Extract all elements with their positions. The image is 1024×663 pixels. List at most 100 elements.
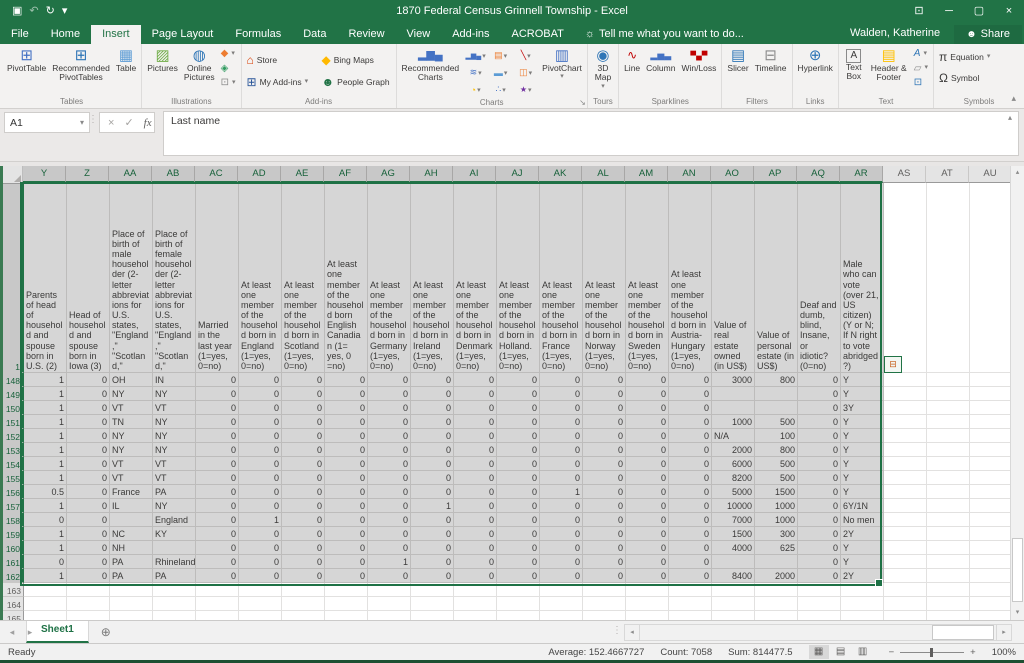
cell-as163[interactable] bbox=[884, 583, 927, 597]
cell-at151[interactable] bbox=[927, 415, 970, 429]
cell-am158[interactable]: 0 bbox=[626, 513, 669, 527]
column-header-an[interactable]: AN bbox=[668, 166, 711, 183]
row-header-161[interactable]: 161 bbox=[3, 555, 24, 569]
cell-af150[interactable]: 0 bbox=[325, 401, 368, 415]
cell-au161[interactable] bbox=[970, 555, 1013, 569]
vertical-scrollbar[interactable]: ▴ ▾ bbox=[1010, 166, 1024, 620]
equation-button[interactable]: π Equation ▾ bbox=[936, 49, 993, 66]
cell-aj165[interactable] bbox=[497, 611, 540, 620]
cell-ab157[interactable]: NY bbox=[153, 499, 196, 513]
recommended-charts-button[interactable]: ▂▆▄ Recommended Charts bbox=[399, 45, 463, 83]
cell-z1[interactable]: Head of household and spouse born in Iow… bbox=[67, 183, 110, 373]
cell-ad150[interactable]: 0 bbox=[239, 401, 282, 415]
cell-aq161[interactable]: 0 bbox=[798, 555, 841, 569]
cell-am149[interactable]: 0 bbox=[626, 387, 669, 401]
screenshot-button[interactable]: ⊡ ▾ bbox=[218, 76, 239, 91]
cell-z153[interactable]: 0 bbox=[67, 443, 110, 457]
cell-af159[interactable]: 0 bbox=[325, 527, 368, 541]
cell-au149[interactable] bbox=[970, 387, 1013, 401]
cell-ai162[interactable]: 0 bbox=[454, 569, 497, 583]
tab-review[interactable]: Review bbox=[337, 25, 395, 44]
cell-y163[interactable] bbox=[24, 583, 67, 597]
cell-ag161[interactable]: 1 bbox=[368, 555, 411, 569]
cell-an156[interactable]: 0 bbox=[669, 485, 712, 499]
cell-au155[interactable] bbox=[970, 471, 1013, 485]
cell-at163[interactable] bbox=[927, 583, 970, 597]
cell-ar153[interactable]: Y bbox=[841, 443, 884, 457]
column-header-au[interactable]: AU bbox=[969, 166, 1012, 183]
cell-ak162[interactable]: 0 bbox=[540, 569, 583, 583]
cell-ae165[interactable] bbox=[282, 611, 325, 620]
cell-au158[interactable] bbox=[970, 513, 1013, 527]
cell-as164[interactable] bbox=[884, 597, 927, 611]
cell-ab165[interactable] bbox=[153, 611, 196, 620]
cell-aa155[interactable]: VT bbox=[110, 471, 153, 485]
cell-ae1[interactable]: At least one member of the household bor… bbox=[282, 183, 325, 373]
cell-ac158[interactable]: 0 bbox=[196, 513, 239, 527]
insert-scatter-chart-button[interactable]: ∴ ▾ bbox=[488, 81, 513, 98]
cell-ae154[interactable]: 0 bbox=[282, 457, 325, 471]
add-sheet-icon[interactable]: ⊕ bbox=[101, 625, 111, 639]
column-header-aq[interactable]: AQ bbox=[797, 166, 840, 183]
cell-ad156[interactable]: 0 bbox=[239, 485, 282, 499]
cell-ao161[interactable] bbox=[712, 555, 755, 569]
cell-aj148[interactable]: 0 bbox=[497, 373, 540, 387]
cell-ad160[interactable]: 0 bbox=[239, 541, 282, 555]
cell-at148[interactable] bbox=[927, 373, 970, 387]
cell-ai165[interactable] bbox=[454, 611, 497, 620]
cell-am165[interactable] bbox=[626, 611, 669, 620]
cell-al157[interactable]: 0 bbox=[583, 499, 626, 513]
cell-aj155[interactable]: 0 bbox=[497, 471, 540, 485]
cell-ab149[interactable]: NY bbox=[153, 387, 196, 401]
cell-y150[interactable]: 1 bbox=[24, 401, 67, 415]
insert-bar-chart-button[interactable]: ▬ ▾ bbox=[488, 64, 513, 81]
cell-ac163[interactable] bbox=[196, 583, 239, 597]
cell-aj151[interactable]: 0 bbox=[497, 415, 540, 429]
cell-aq152[interactable]: 0 bbox=[798, 429, 841, 443]
cell-z155[interactable]: 0 bbox=[67, 471, 110, 485]
cell-af160[interactable]: 0 bbox=[325, 541, 368, 555]
cell-aa158[interactable] bbox=[110, 513, 153, 527]
cell-aq158[interactable]: 0 bbox=[798, 513, 841, 527]
cell-ad163[interactable] bbox=[239, 583, 282, 597]
cell-ai151[interactable]: 0 bbox=[454, 415, 497, 429]
cancel-icon[interactable]: × bbox=[108, 117, 114, 129]
cell-aj158[interactable]: 0 bbox=[497, 513, 540, 527]
row-header-152[interactable]: 152 bbox=[3, 429, 24, 443]
cell-ap160[interactable]: 625 bbox=[755, 541, 798, 555]
cell-ar151[interactable]: Y bbox=[841, 415, 884, 429]
cell-z163[interactable] bbox=[67, 583, 110, 597]
cell-ap153[interactable]: 800 bbox=[755, 443, 798, 457]
cell-ae160[interactable]: 0 bbox=[282, 541, 325, 555]
cell-ah160[interactable]: 0 bbox=[411, 541, 454, 555]
cell-ak160[interactable]: 0 bbox=[540, 541, 583, 555]
cell-aq149[interactable]: 0 bbox=[798, 387, 841, 401]
cell-y161[interactable]: 0 bbox=[24, 555, 67, 569]
tab-view[interactable]: View bbox=[396, 25, 442, 44]
cell-at149[interactable] bbox=[927, 387, 970, 401]
cell-ag159[interactable]: 0 bbox=[368, 527, 411, 541]
cell-ai148[interactable]: 0 bbox=[454, 373, 497, 387]
cell-ai155[interactable]: 0 bbox=[454, 471, 497, 485]
vertical-scrollbar-thumb[interactable] bbox=[1012, 538, 1023, 602]
cell-z159[interactable]: 0 bbox=[67, 527, 110, 541]
online-pictures-button[interactable]: ◍ Online Pictures bbox=[181, 45, 218, 83]
cell-ac155[interactable]: 0 bbox=[196, 471, 239, 485]
cell-ap164[interactable] bbox=[755, 597, 798, 611]
maximize-icon[interactable]: ▢ bbox=[964, 0, 994, 22]
row-header-157[interactable]: 157 bbox=[3, 499, 24, 513]
cell-ah152[interactable]: 0 bbox=[411, 429, 454, 443]
wordart-button[interactable]: A ▾ bbox=[911, 47, 931, 62]
cell-ac157[interactable]: 0 bbox=[196, 499, 239, 513]
scroll-left-icon[interactable]: ◂ bbox=[624, 624, 640, 641]
cell-af157[interactable]: 0 bbox=[325, 499, 368, 513]
insert-radar-chart-button[interactable]: ★ ▾ bbox=[513, 81, 538, 98]
cell-an164[interactable] bbox=[669, 597, 712, 611]
cell-z160[interactable]: 0 bbox=[67, 541, 110, 555]
cell-ag158[interactable]: 0 bbox=[368, 513, 411, 527]
cell-ap152[interactable]: 100 bbox=[755, 429, 798, 443]
cell-as155[interactable] bbox=[884, 471, 927, 485]
cell-ah162[interactable]: 0 bbox=[411, 569, 454, 583]
cell-aj153[interactable]: 0 bbox=[497, 443, 540, 457]
cell-ah148[interactable]: 0 bbox=[411, 373, 454, 387]
